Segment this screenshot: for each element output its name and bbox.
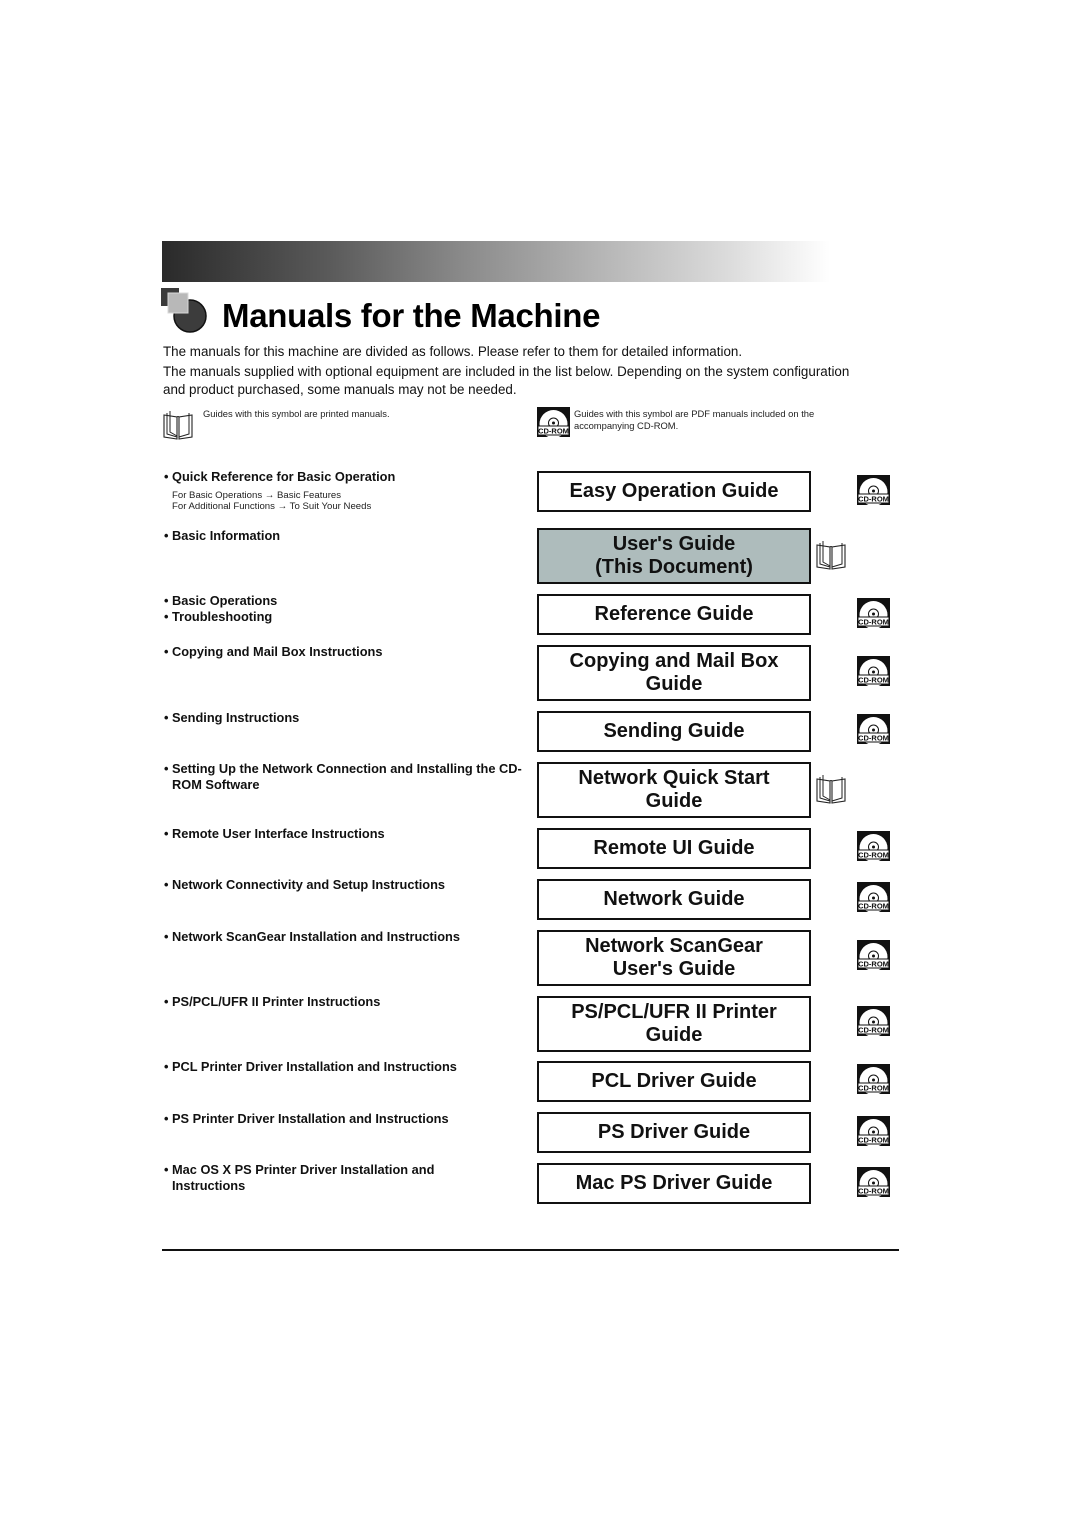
left-item-basic-operations: • Basic Operations <box>164 593 278 608</box>
left-item-printer-instructions: • PS/PCL/UFR II Printer Instructions <box>164 994 381 1009</box>
page-title: Manuals for the Machine <box>222 297 601 334</box>
bottom-rule <box>162 1249 899 1251</box>
intro-paragraph-1: The manuals for this machine are divided… <box>163 344 743 359</box>
guide-easy-operation[interactable]: Easy Operation Guide <box>537 471 811 512</box>
printed-manual-book-icon <box>816 774 846 804</box>
guide-printer[interactable]: PS/PCL/UFR II Printer Guide <box>537 996 811 1052</box>
cd-rom-icon: CD-ROM <box>537 407 570 437</box>
guide-network-scangear[interactable]: Network ScanGear User's Guide <box>537 930 811 986</box>
cd-rom-icon <box>857 475 890 505</box>
guide-users-guide-current[interactable]: User's Guide (This Document) <box>537 528 811 584</box>
guide-network[interactable]: Network Guide <box>537 879 811 920</box>
left-item-pcl-driver: • PCL Printer Driver Installation and Ins… <box>164 1059 457 1074</box>
cd-rom-icon <box>857 831 890 861</box>
left-sub-additional-functions: For Additional Functions → To Suit Your … <box>172 501 372 512</box>
left-item-sending: • Sending Instructions <box>164 710 300 725</box>
printed-manual-book-icon <box>816 540 846 570</box>
cd-rom-icon <box>857 714 890 744</box>
cd-rom-icon <box>857 1116 890 1146</box>
guide-ps-driver[interactable]: PS Driver Guide <box>537 1112 811 1153</box>
cd-rom-icon <box>857 598 890 628</box>
guide-mac-ps-driver[interactable]: Mac PS Driver Guide <box>537 1163 811 1204</box>
left-item-network-scangear: • Network ScanGear Installation and Instr… <box>164 929 460 944</box>
guide-copying-mail-box[interactable]: Copying and Mail Box Guide <box>537 645 811 701</box>
svg-text:CD-ROM: CD-ROM <box>538 427 569 436</box>
guide-remote-ui[interactable]: Remote UI Guide <box>537 828 811 869</box>
left-sub-basic-operations: For Basic Operations → Basic Features <box>172 490 342 501</box>
legend-printed-text: Guides with this symbol are printed manu… <box>203 408 390 419</box>
cd-rom-icon <box>857 1064 890 1094</box>
intro-paragraph-2: The manuals supplied with optional equip… <box>163 364 850 397</box>
legend-cdrom-text: Guides with this symbol are PDF manuals … <box>574 408 815 431</box>
guide-sending[interactable]: Sending Guide <box>537 711 811 752</box>
left-item-copying-mail-box: • Copying and Mail Box Instructions <box>164 644 383 659</box>
guide-pcl-driver[interactable]: PCL Driver Guide <box>537 1061 811 1102</box>
left-item-ps-driver: • PS Printer Driver Installation and Inst… <box>164 1111 449 1126</box>
left-item-troubleshooting: • Troubleshooting <box>164 609 273 624</box>
left-item-remote-ui: • Remote User Interface Instructions <box>164 826 385 841</box>
printed-manual-book-icon <box>163 411 193 440</box>
cd-rom-icon <box>857 882 890 912</box>
guide-reference[interactable]: Reference Guide <box>537 594 811 635</box>
left-item-basic-information: • Basic Information <box>164 528 281 543</box>
left-item-mac-ps-driver: • Mac OS X PS Printer Driver Installation… <box>164 1162 435 1193</box>
header-gradient-bar <box>162 241 830 282</box>
cd-rom-icon <box>857 1167 890 1197</box>
left-item-quick-reference: • Quick Reference for Basic Operation <box>164 469 396 484</box>
left-item-network-connectivity: • Network Connectivity and Setup Instruct… <box>164 877 446 892</box>
guide-network-quick-start[interactable]: Network Quick Start Guide <box>537 762 811 818</box>
section-title-icon <box>161 288 207 333</box>
cd-rom-icon <box>857 1006 890 1036</box>
cd-rom-icon <box>857 656 890 686</box>
cd-rom-icon <box>857 940 890 970</box>
left-item-network-setup: • Setting Up the Network Connection and I… <box>164 761 522 792</box>
